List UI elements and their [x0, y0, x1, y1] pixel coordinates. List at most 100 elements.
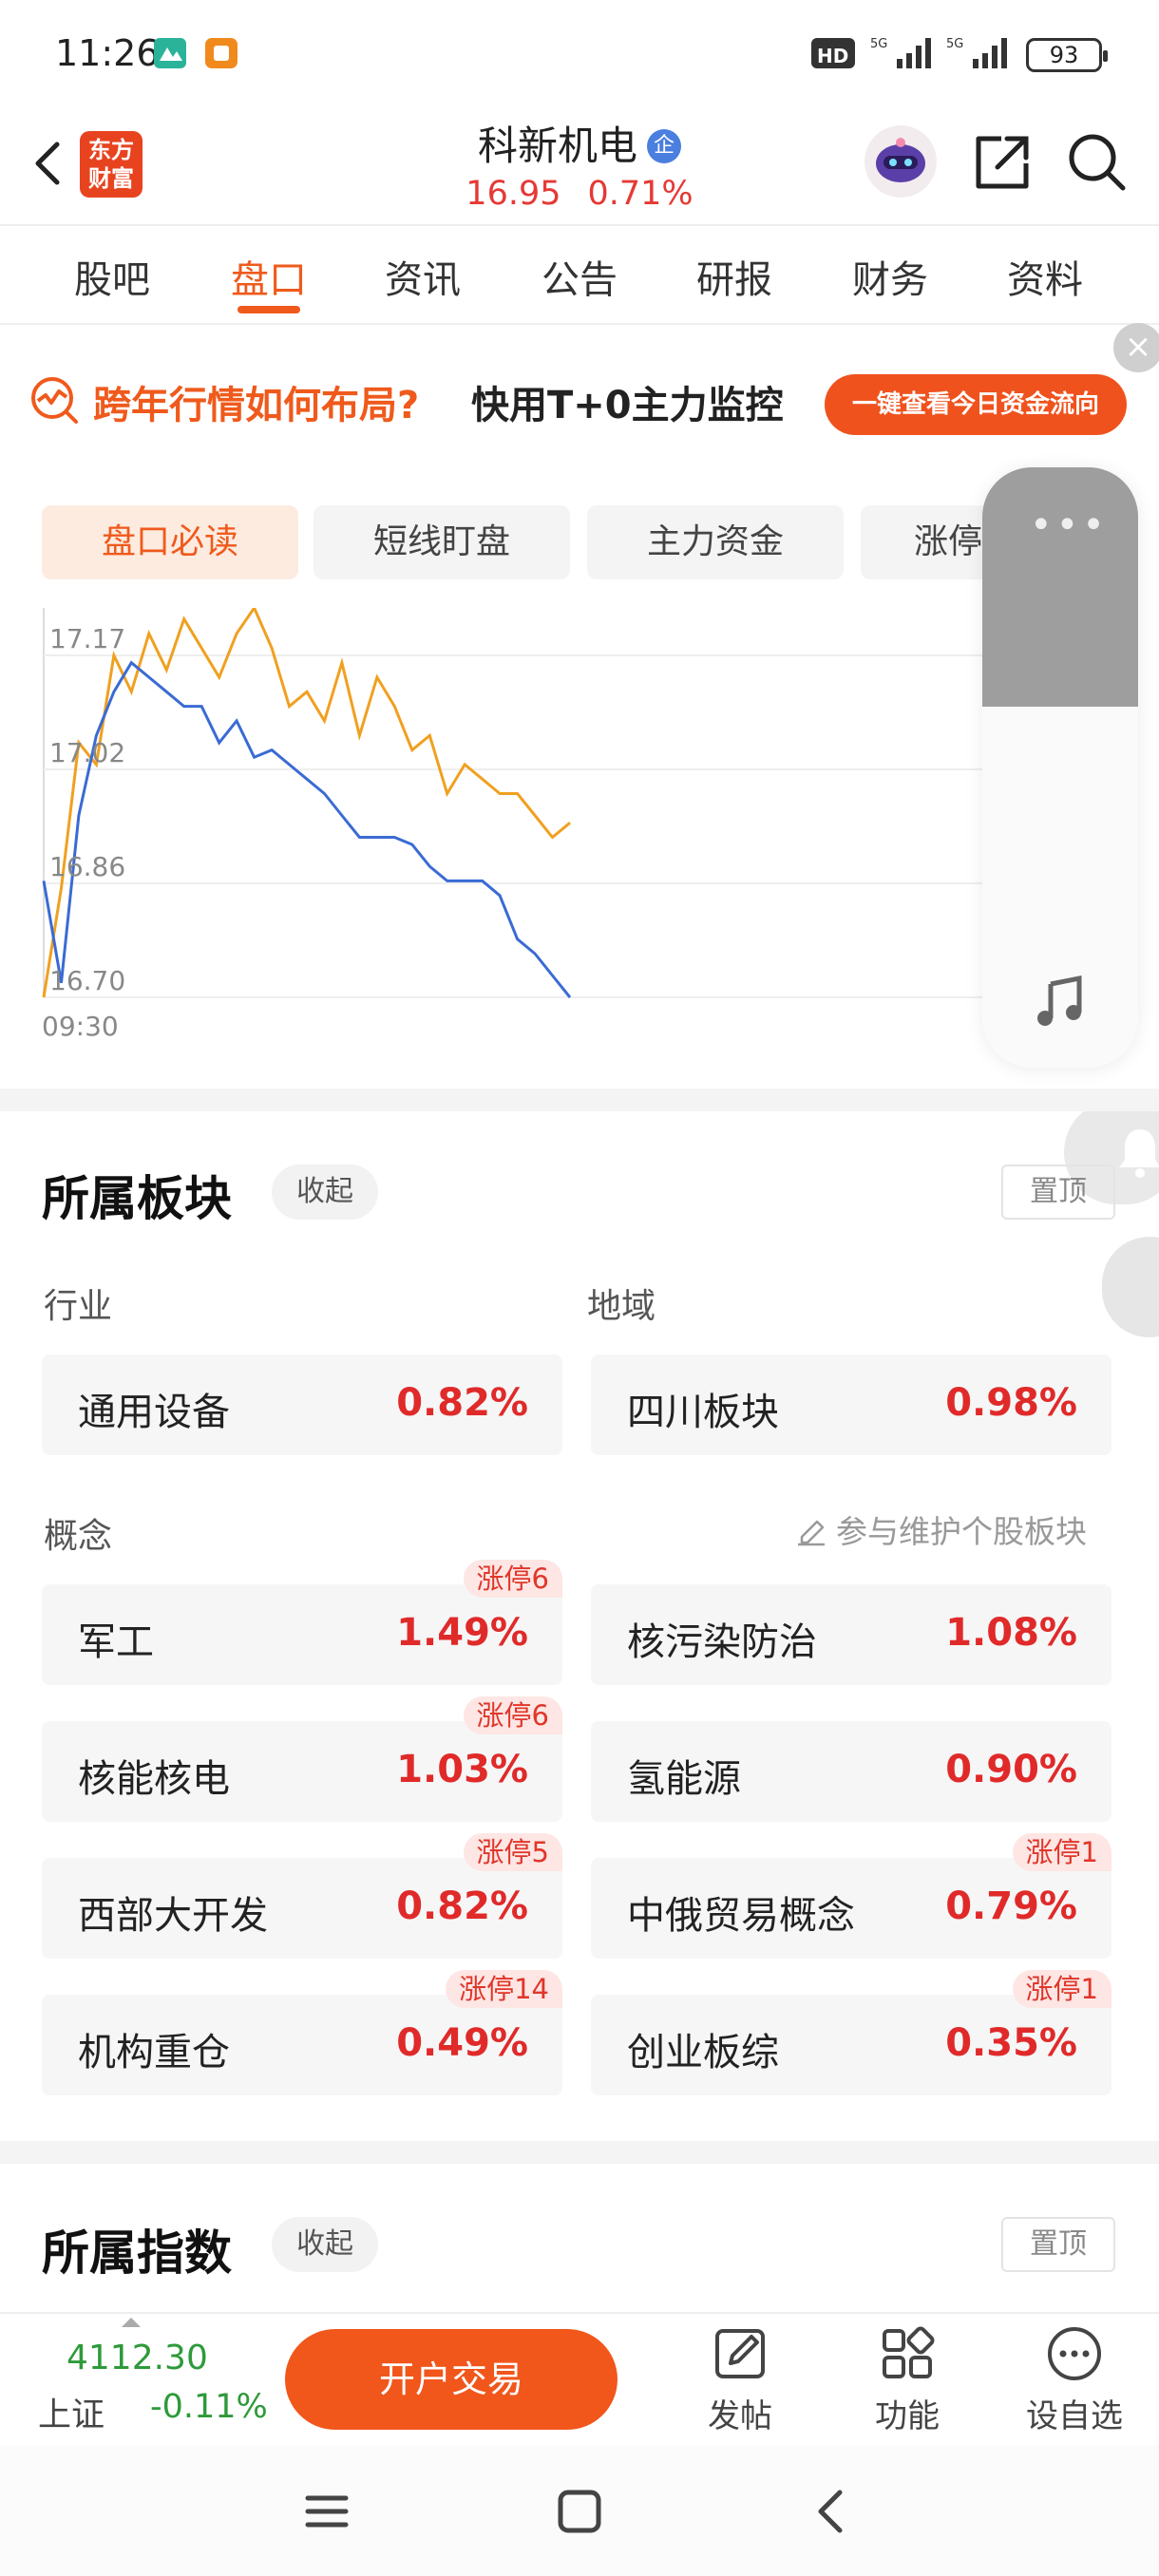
system-nav-bar	[0, 2445, 1159, 2576]
maintain-sector-text: 参与维护个股板块	[836, 1513, 1087, 1550]
back-nav-icon[interactable]	[806, 2485, 859, 2538]
side-toggle-button[interactable]	[1102, 1237, 1159, 1337]
subtab-short-term[interactable]: 短线盯盘	[314, 505, 570, 579]
corp-badge: 企	[647, 129, 681, 163]
bottom-action-bar: 4112.30 上证 -0.11% 开户交易 发帖 功能 设自选	[0, 2312, 1159, 2445]
status-bar: 11:26 HD 5G 5G 93	[0, 0, 1159, 114]
post-label: 发帖	[708, 2397, 772, 2435]
concept-card[interactable]: 氢能源 0.90%	[591, 1721, 1112, 1822]
search-icon[interactable]	[1064, 129, 1130, 196]
limit-up-badge: 涨停14	[446, 1970, 562, 2008]
robot-avatar[interactable]	[864, 125, 937, 198]
menu-icon[interactable]	[300, 2485, 353, 2538]
status-time: 11:26	[55, 32, 160, 74]
concept-pct: 0.90%	[945, 1748, 1077, 1791]
concept-card[interactable]: 涨停6 军工 1.49%	[42, 1560, 562, 1685]
concept-pct: 0.49%	[396, 2021, 528, 2065]
industry-label: 行业	[44, 1287, 113, 1326]
tab-pankou[interactable]: 盘口	[193, 249, 345, 304]
subtab-main-funds[interactable]: 主力资金	[587, 505, 844, 579]
more-circle-icon	[1048, 2327, 1101, 2380]
concept-card[interactable]: 涨停6 核能核电 1.03%	[42, 1696, 562, 1822]
more-dots-icon[interactable]: •••	[1030, 503, 1109, 547]
tab-news[interactable]: 资讯	[347, 249, 499, 304]
add-watchlist-button[interactable]: 设自选	[1013, 2323, 1136, 2436]
banner-cta-button[interactable]: 一键查看今日资金流向	[825, 374, 1127, 435]
sector-collapse-button[interactable]: 收起	[272, 1165, 378, 1220]
stock-change-pct: 0.71%	[587, 175, 694, 213]
concept-card[interactable]: 涨停5 西部大开发 0.82%	[42, 1833, 562, 1959]
section-divider	[0, 2141, 1159, 2164]
app-notification-icon	[154, 38, 186, 68]
robot-icon	[876, 138, 925, 182]
home-square-icon[interactable]	[553, 2485, 606, 2538]
promo-banner[interactable]: × 跨年行情如何布局? 快用T+0主力监控 一键查看今日资金流向	[0, 323, 1159, 479]
floating-tool-panel[interactable]: •••	[982, 467, 1138, 1068]
limit-up-badge: 涨停1	[1012, 1833, 1112, 1871]
open-account-trade-button[interactable]: 开户交易	[285, 2329, 618, 2430]
signal-5g-icon-2: 5G	[946, 37, 1007, 68]
concept-pct: 1.08%	[945, 1611, 1077, 1655]
bell-icon	[1119, 1129, 1159, 1178]
chart-y-tick-label: 16.70	[49, 965, 126, 996]
app-notification-icon-2	[205, 38, 238, 68]
tab-profile[interactable]: 资料	[969, 249, 1121, 304]
industry-name: 通用设备	[78, 1391, 230, 1434]
concept-card[interactable]: 涨停14 机构重仓 0.49%	[42, 1970, 562, 2095]
concept-name: 西部大开发	[78, 1894, 268, 1938]
tab-guba[interactable]: 股吧	[36, 249, 188, 304]
industry-pct: 0.82%	[396, 1381, 528, 1425]
index-pin-button[interactable]: 置顶	[1001, 2217, 1115, 2272]
region-card[interactable]: 四川板块 0.98%	[591, 1354, 1112, 1455]
concept-pct: 0.79%	[945, 1885, 1077, 1928]
sector-pin-button[interactable]: 置顶	[1001, 1165, 1115, 1220]
limit-up-badge: 涨停5	[463, 1833, 562, 1871]
intraday-chart[interactable]: 17.17 17.02 16.86 16.70 09:30	[38, 604, 1045, 1045]
industry-card[interactable]: 通用设备 0.82%	[42, 1354, 562, 1455]
concept-name: 军工	[78, 1620, 154, 1664]
concept-name: 核能核电	[78, 1757, 230, 1801]
banner-close-icon[interactable]: ×	[1113, 323, 1159, 372]
battery-indicator: 93	[1026, 38, 1108, 72]
tab-announcements[interactable]: 公告	[504, 249, 656, 304]
sector-title: 所属板块	[42, 1171, 232, 1226]
index-value[interactable]: 4112.30	[66, 2339, 208, 2377]
concept-name: 核污染防治	[627, 1620, 817, 1664]
chart-series-price-line	[42, 660, 572, 998]
banner-text-orange: 跨年行情如何布局?	[93, 384, 420, 427]
tab-finance[interactable]: 财务	[814, 249, 966, 304]
limit-up-badge: 涨停1	[1012, 1970, 1112, 2008]
post-button[interactable]: 发帖	[678, 2323, 802, 2436]
index-expand-arrow-icon[interactable]	[122, 2318, 141, 2327]
index-change[interactable]: -0.11%	[150, 2388, 268, 2426]
stock-tabs: 股吧 盘口 资讯 公告 研报 财务 资料	[0, 228, 1159, 325]
concept-card[interactable]: 涨停1 创业板综 0.35%	[591, 1970, 1112, 2095]
hd-icon: HD	[811, 38, 855, 68]
concept-label: 概念	[44, 1517, 113, 1556]
section-divider	[0, 1089, 1159, 1111]
concept-name: 中俄贸易概念	[627, 1894, 855, 1938]
index-collapse-button[interactable]: 收起	[272, 2217, 378, 2272]
chart-svg	[42, 604, 988, 998]
concept-card[interactable]: 涨停1 中俄贸易概念 0.79%	[591, 1833, 1112, 1959]
region-label: 地域	[587, 1287, 656, 1326]
chart-y-tick-label: 17.17	[49, 623, 126, 654]
function-button[interactable]: 功能	[846, 2323, 969, 2436]
watchlist-label: 设自选	[1026, 2397, 1123, 2435]
concept-pct: 0.35%	[945, 2021, 1077, 2065]
concept-pct: 0.82%	[396, 1885, 528, 1928]
maintain-sector-link[interactable]: 参与维护个股板块	[794, 1506, 1087, 1552]
svg-text:5G: 5G	[870, 37, 887, 51]
concept-name: 氢能源	[627, 1757, 741, 1801]
active-tab-indicator	[238, 306, 300, 313]
subtab-must-read[interactable]: 盘口必读	[42, 505, 298, 579]
svg-text:HD: HD	[817, 45, 848, 67]
tab-research[interactable]: 研报	[658, 249, 810, 304]
trend-wave-icon	[31, 377, 78, 424]
signal-5g-icon: 5G	[870, 37, 931, 68]
share-icon[interactable]	[969, 129, 1036, 196]
region-name: 四川板块	[627, 1391, 779, 1434]
music-note-icon[interactable]	[1030, 971, 1091, 1032]
concept-card[interactable]: 核污染防治 1.08%	[591, 1584, 1112, 1685]
index-name[interactable]: 上证	[38, 2388, 104, 2436]
